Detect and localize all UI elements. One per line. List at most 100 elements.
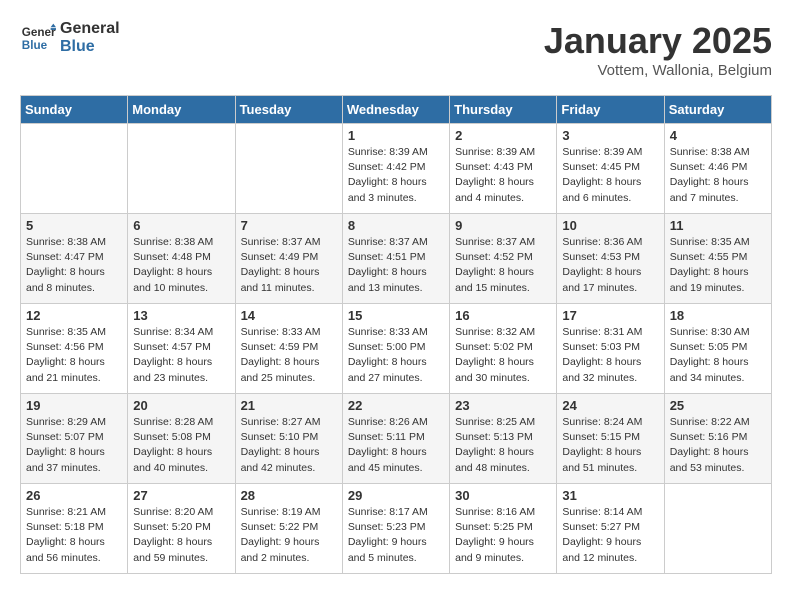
day-info: Sunrise: 8:17 AMSunset: 5:23 PMDaylight:… bbox=[348, 505, 444, 566]
day-info: Sunrise: 8:38 AMSunset: 4:47 PMDaylight:… bbox=[26, 235, 122, 296]
day-number: 10 bbox=[562, 218, 658, 233]
calendar-cell: 3 Sunrise: 8:39 AMSunset: 4:45 PMDaylight… bbox=[557, 124, 664, 214]
day-number: 16 bbox=[455, 308, 551, 323]
day-info: Sunrise: 8:36 AMSunset: 4:53 PMDaylight:… bbox=[562, 235, 658, 296]
calendar-cell: 26Sunrise: 8:21 AMSunset: 5:18 PMDayligh… bbox=[21, 484, 128, 574]
day-info: Sunrise: 8:39 AMSunset: 4:42 PMDaylight:… bbox=[348, 145, 444, 206]
day-info: Sunrise: 8:25 AMSunset: 5:13 PMDaylight:… bbox=[455, 415, 551, 476]
calendar-cell: 15 Sunrise: 8:33 AMSunset: 5:00 PMDayligh… bbox=[342, 304, 449, 394]
calendar-cell: 14 Sunrise: 8:33 AMSunset: 4:59 PMDayligh… bbox=[235, 304, 342, 394]
day-info: Sunrise: 8:39 AMSunset: 4:43 PMDaylight:… bbox=[455, 145, 551, 206]
day-number: 14 bbox=[241, 308, 337, 323]
day-info: Sunrise: 8:37 AMSunset: 4:52 PMDaylight:… bbox=[455, 235, 551, 296]
day-number: 2 bbox=[455, 128, 551, 143]
day-number: 28 bbox=[241, 488, 337, 503]
logo-blue: Blue bbox=[60, 38, 120, 56]
day-info: Sunrise: 8:19 AMSunset: 5:22 PMDaylight:… bbox=[241, 505, 337, 566]
calendar-cell: 25 Sunrise: 8:22 AMSunset: 5:16 PMDayligh… bbox=[664, 394, 771, 484]
day-info: Sunrise: 8:27 AMSunset: 5:10 PMDaylight:… bbox=[241, 415, 337, 476]
day-number: 5 bbox=[26, 218, 122, 233]
day-number: 13 bbox=[133, 308, 229, 323]
calendar-cell: 22 Sunrise: 8:26 AMSunset: 5:11 PMDayligh… bbox=[342, 394, 449, 484]
day-info: Sunrise: 8:26 AMSunset: 5:11 PMDaylight:… bbox=[348, 415, 444, 476]
day-info: Sunrise: 8:29 AMSunset: 5:07 PMDaylight:… bbox=[26, 415, 122, 476]
calendar-cell: 31 Sunrise: 8:14 AMSunset: 5:27 PMDayligh… bbox=[557, 484, 664, 574]
day-info: Sunrise: 8:39 AMSunset: 4:45 PMDaylight:… bbox=[562, 145, 658, 206]
day-info: Sunrise: 8:24 AMSunset: 5:15 PMDaylight:… bbox=[562, 415, 658, 476]
day-number: 6 bbox=[133, 218, 229, 233]
day-number: 18 bbox=[670, 308, 766, 323]
day-number: 22 bbox=[348, 398, 444, 413]
calendar-cell bbox=[128, 124, 235, 214]
day-info: Sunrise: 8:38 AMSunset: 4:48 PMDaylight:… bbox=[133, 235, 229, 296]
weekday-header-wednesday: Wednesday bbox=[342, 96, 449, 124]
day-info: Sunrise: 8:21 AMSunset: 5:18 PMDaylight:… bbox=[26, 505, 122, 566]
day-info: Sunrise: 8:37 AMSunset: 4:49 PMDaylight:… bbox=[241, 235, 337, 296]
day-number: 9 bbox=[455, 218, 551, 233]
calendar-cell: 11Sunrise: 8:35 AMSunset: 4:55 PMDayligh… bbox=[664, 214, 771, 304]
day-number: 25 bbox=[670, 398, 766, 413]
calendar-cell: 30Sunrise: 8:16 AMSunset: 5:25 PMDayligh… bbox=[450, 484, 557, 574]
day-number: 30 bbox=[455, 488, 551, 503]
day-number: 1 bbox=[348, 128, 444, 143]
calendar-cell: 21 Sunrise: 8:27 AMSunset: 5:10 PMDayligh… bbox=[235, 394, 342, 484]
calendar-week-row: 1 Sunrise: 8:39 AMSunset: 4:42 PMDaylight… bbox=[21, 124, 772, 214]
day-number: 7 bbox=[241, 218, 337, 233]
calendar-cell: 1 Sunrise: 8:39 AMSunset: 4:42 PMDaylight… bbox=[342, 124, 449, 214]
calendar-cell: 12Sunrise: 8:35 AMSunset: 4:56 PMDayligh… bbox=[21, 304, 128, 394]
weekday-header-monday: Monday bbox=[128, 96, 235, 124]
logo-general: General bbox=[60, 20, 120, 38]
day-info: Sunrise: 8:30 AMSunset: 5:05 PMDaylight:… bbox=[670, 325, 766, 386]
day-number: 23 bbox=[455, 398, 551, 413]
calendar-cell: 19 Sunrise: 8:29 AMSunset: 5:07 PMDayligh… bbox=[21, 394, 128, 484]
calendar-cell: 23 Sunrise: 8:25 AMSunset: 5:13 PMDayligh… bbox=[450, 394, 557, 484]
day-info: Sunrise: 8:20 AMSunset: 5:20 PMDaylight:… bbox=[133, 505, 229, 566]
day-info: Sunrise: 8:31 AMSunset: 5:03 PMDaylight:… bbox=[562, 325, 658, 386]
calendar-cell: 9 Sunrise: 8:37 AMSunset: 4:52 PMDaylight… bbox=[450, 214, 557, 304]
calendar-cell bbox=[664, 484, 771, 574]
day-number: 8 bbox=[348, 218, 444, 233]
day-info: Sunrise: 8:38 AMSunset: 4:46 PMDaylight:… bbox=[670, 145, 766, 206]
weekday-header-saturday: Saturday bbox=[664, 96, 771, 124]
day-number: 3 bbox=[562, 128, 658, 143]
day-number: 29 bbox=[348, 488, 444, 503]
title-block: January 2025 Vottem, Wallonia, Belgium bbox=[544, 20, 772, 79]
weekday-header-thursday: Thursday bbox=[450, 96, 557, 124]
logo: General Blue General Blue bbox=[20, 20, 120, 56]
day-number: 31 bbox=[562, 488, 658, 503]
calendar-week-row: 26Sunrise: 8:21 AMSunset: 5:18 PMDayligh… bbox=[21, 484, 772, 574]
day-info: Sunrise: 8:34 AMSunset: 4:57 PMDaylight:… bbox=[133, 325, 229, 386]
day-info: Sunrise: 8:37 AMSunset: 4:51 PMDaylight:… bbox=[348, 235, 444, 296]
calendar-cell: 20 Sunrise: 8:28 AMSunset: 5:08 PMDayligh… bbox=[128, 394, 235, 484]
calendar-cell: 27Sunrise: 8:20 AMSunset: 5:20 PMDayligh… bbox=[128, 484, 235, 574]
calendar-cell: 18 Sunrise: 8:30 AMSunset: 5:05 PMDayligh… bbox=[664, 304, 771, 394]
calendar-cell: 29 Sunrise: 8:17 AMSunset: 5:23 PMDayligh… bbox=[342, 484, 449, 574]
month-title: January 2025 bbox=[544, 20, 772, 62]
calendar-cell: 10 Sunrise: 8:36 AMSunset: 4:53 PMDayligh… bbox=[557, 214, 664, 304]
day-number: 21 bbox=[241, 398, 337, 413]
day-number: 20 bbox=[133, 398, 229, 413]
day-number: 17 bbox=[562, 308, 658, 323]
calendar-cell: 17 Sunrise: 8:31 AMSunset: 5:03 PMDayligh… bbox=[557, 304, 664, 394]
day-number: 19 bbox=[26, 398, 122, 413]
day-number: 11 bbox=[670, 218, 766, 233]
calendar-cell bbox=[235, 124, 342, 214]
day-info: Sunrise: 8:35 AMSunset: 4:56 PMDaylight:… bbox=[26, 325, 122, 386]
day-info: Sunrise: 8:28 AMSunset: 5:08 PMDaylight:… bbox=[133, 415, 229, 476]
calendar-cell: 28 Sunrise: 8:19 AMSunset: 5:22 PMDayligh… bbox=[235, 484, 342, 574]
calendar-cell: 2 Sunrise: 8:39 AMSunset: 4:43 PMDaylight… bbox=[450, 124, 557, 214]
calendar-cell: 8 Sunrise: 8:37 AMSunset: 4:51 PMDaylight… bbox=[342, 214, 449, 304]
calendar-cell: 16Sunrise: 8:32 AMSunset: 5:02 PMDayligh… bbox=[450, 304, 557, 394]
day-info: Sunrise: 8:33 AMSunset: 4:59 PMDaylight:… bbox=[241, 325, 337, 386]
calendar-cell bbox=[21, 124, 128, 214]
calendar-cell: 4Sunrise: 8:38 AMSunset: 4:46 PMDaylight… bbox=[664, 124, 771, 214]
day-info: Sunrise: 8:33 AMSunset: 5:00 PMDaylight:… bbox=[348, 325, 444, 386]
day-info: Sunrise: 8:22 AMSunset: 5:16 PMDaylight:… bbox=[670, 415, 766, 476]
day-info: Sunrise: 8:14 AMSunset: 5:27 PMDaylight:… bbox=[562, 505, 658, 566]
calendar-cell: 24Sunrise: 8:24 AMSunset: 5:15 PMDayligh… bbox=[557, 394, 664, 484]
day-number: 15 bbox=[348, 308, 444, 323]
calendar-cell: 7 Sunrise: 8:37 AMSunset: 4:49 PMDaylight… bbox=[235, 214, 342, 304]
weekday-header-sunday: Sunday bbox=[21, 96, 128, 124]
weekday-header-friday: Friday bbox=[557, 96, 664, 124]
calendar-cell: 6 Sunrise: 8:38 AMSunset: 4:48 PMDaylight… bbox=[128, 214, 235, 304]
